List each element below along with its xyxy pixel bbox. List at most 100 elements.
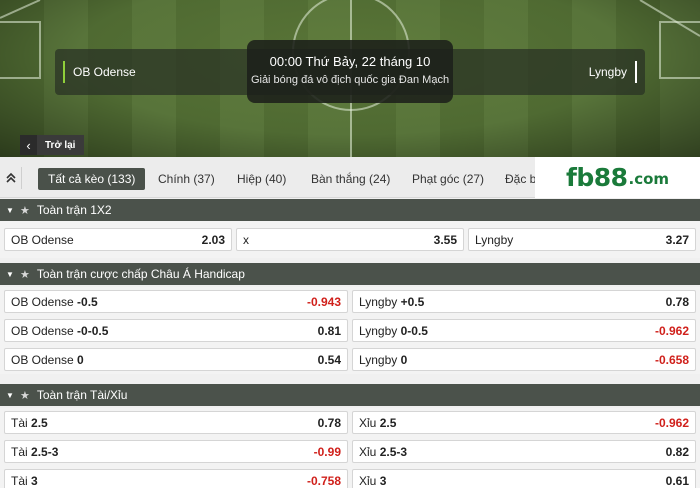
odds-cell[interactable]: OB Odense -0-0.5 0.81 bbox=[4, 319, 348, 342]
odds-cell[interactable]: x 3.55 bbox=[236, 228, 464, 251]
market-row: Tài 2.5 0.78 Xỉu 2.5 -0.962 bbox=[0, 408, 700, 437]
star-icon[interactable]: ★ bbox=[20, 389, 30, 402]
away-accent bbox=[635, 61, 637, 83]
section-header-handicap[interactable]: ▼ ★ Toàn trận cược chấp Châu Á Handicap bbox=[0, 263, 700, 285]
team-label: Tài bbox=[11, 473, 28, 488]
odds-cell[interactable]: Tài 2.5-3 -0.99 bbox=[4, 440, 348, 463]
odds-value: -0.962 bbox=[654, 323, 689, 338]
odds-cell[interactable]: Xỉu 3 0.61 bbox=[352, 469, 696, 488]
double-chevron-up-icon bbox=[5, 172, 16, 183]
collapse-all-button[interactable] bbox=[0, 167, 22, 189]
handicap-line: 3 bbox=[31, 473, 38, 488]
selection-name: Tài 2.5-3 bbox=[11, 445, 58, 459]
odds-value: 0.54 bbox=[317, 352, 341, 367]
logo-brand: fb88 bbox=[565, 163, 628, 192]
odds-cell[interactable]: Lyngby +0.5 0.78 bbox=[352, 290, 696, 313]
market-row: OB Odense -0-0.5 0.81 Lyngby 0-0.5 -0.962 bbox=[0, 316, 700, 345]
caret-down-icon: ▼ bbox=[6, 205, 14, 215]
team-label: Lyngby bbox=[359, 323, 398, 338]
odds-cell[interactable]: OB Odense 0 0.54 bbox=[4, 348, 348, 371]
odds-cell[interactable]: Xỉu 2.5 -0.962 bbox=[352, 411, 696, 434]
section-header-over-under[interactable]: ▼ ★ Toàn trận Tài/Xỉu bbox=[0, 384, 700, 406]
back-button[interactable]: ‹ Trở lại bbox=[20, 135, 85, 155]
team-label: Xỉu bbox=[359, 415, 377, 430]
selection-name: Lyngby 0-0.5 bbox=[359, 324, 428, 338]
selection-name: OB Odense bbox=[11, 232, 74, 247]
handicap-line: -0.5 bbox=[77, 294, 98, 309]
match-time: 00:00 Thứ Bảy, 22 tháng 10 bbox=[269, 54, 431, 69]
handicap-line: 2.5-3 bbox=[31, 444, 59, 459]
selection-name: Lyngby +0.5 bbox=[359, 295, 424, 309]
tab-main[interactable]: Chính (37) bbox=[158, 168, 215, 190]
team-label: OB Odense bbox=[11, 323, 74, 338]
odds-value: -0.758 bbox=[306, 473, 341, 488]
odds-value: 0.82 bbox=[665, 444, 689, 459]
odds-cell[interactable]: Lyngby 3.27 bbox=[468, 228, 696, 251]
section-header-1x2[interactable]: ▼ ★ Toàn trận 1X2 bbox=[0, 199, 700, 221]
team-label: OB Odense bbox=[11, 294, 74, 309]
caret-down-icon: ▼ bbox=[6, 390, 14, 400]
market-row: Tài 2.5-3 -0.99 Xỉu 2.5-3 0.82 bbox=[0, 437, 700, 466]
league-name: Giải bóng đá vô địch quốc gia Đan Mạch bbox=[250, 74, 450, 86]
tab-goals[interactable]: Bàn thắng (24) bbox=[311, 168, 390, 190]
caret-down-icon: ▼ bbox=[6, 269, 14, 279]
odds-cell[interactable]: Lyngby 0 -0.658 bbox=[352, 348, 696, 371]
odds-value: -0.962 bbox=[654, 415, 689, 430]
section-title: Toàn trận cược chấp Châu Á Handicap bbox=[36, 267, 245, 281]
odds-cell[interactable]: Xỉu 2.5-3 0.82 bbox=[352, 440, 696, 463]
selection-name: Lyngby 0 bbox=[359, 353, 407, 367]
handicap-line: 3 bbox=[379, 473, 387, 488]
odds-cell[interactable]: Tài 3 -0.758 bbox=[4, 469, 348, 488]
selection-name: OB Odense -0.5 bbox=[11, 295, 98, 309]
tab-half[interactable]: Hiệp (40) bbox=[237, 168, 286, 190]
odds-value: 3.27 bbox=[665, 232, 689, 247]
odds-cell[interactable]: Lyngby 0-0.5 -0.962 bbox=[352, 319, 696, 342]
team-label: Xỉu bbox=[359, 473, 377, 488]
selection-name: OB Odense 0 bbox=[11, 353, 84, 367]
team-label: Lyngby bbox=[359, 352, 398, 367]
handicap-line: 0 bbox=[400, 352, 408, 367]
team-label: Tài bbox=[11, 444, 28, 459]
odds-value: -0.943 bbox=[306, 294, 341, 309]
home-team: OB Odense bbox=[63, 61, 136, 83]
back-label: Trở lại bbox=[37, 135, 85, 155]
odds-cell[interactable]: Tài 2.5 0.78 bbox=[4, 411, 348, 434]
tab-specials[interactable]: Đặc b bbox=[505, 168, 536, 190]
logo-suffix: .com bbox=[628, 170, 670, 188]
away-team-name: Lyngby bbox=[588, 65, 627, 79]
odds-value: -0.99 bbox=[313, 444, 341, 459]
odds-cell[interactable]: OB Odense 2.03 bbox=[4, 228, 232, 251]
tab-all[interactable]: Tất cả kèo (133) bbox=[38, 168, 146, 190]
home-team-name: OB Odense bbox=[73, 65, 136, 79]
match-header: OB Odense Lyngby 00:00 Thứ Bảy, 22 tháng… bbox=[0, 0, 700, 157]
selection-name: Xỉu 2.5-3 bbox=[359, 445, 407, 459]
selection-name: Xỉu 2.5 bbox=[359, 416, 396, 430]
selection-name: Tài 2.5 bbox=[11, 416, 48, 430]
tab-corners[interactable]: Phạt góc (27) bbox=[412, 168, 484, 190]
handicap-line: -0-0.5 bbox=[77, 323, 109, 338]
odds-cell[interactable]: OB Odense -0.5 -0.943 bbox=[4, 290, 348, 313]
home-accent bbox=[63, 61, 65, 83]
team-label: Tài bbox=[11, 415, 28, 430]
selection-name: x bbox=[243, 232, 249, 247]
odds-value: 0.81 bbox=[317, 323, 341, 338]
fb88-logo: fb88 .com bbox=[535, 157, 700, 198]
market-row: OB Odense 0 0.54 Lyngby 0 -0.658 bbox=[0, 345, 700, 374]
market-row: OB Odense 2.03 x 3.55 Lyngby 3.27 bbox=[0, 221, 700, 258]
selection-name: Tài 3 bbox=[11, 474, 38, 488]
handicap-line: 2.5 bbox=[31, 415, 48, 430]
star-icon[interactable]: ★ bbox=[20, 204, 30, 217]
odds-value: -0.658 bbox=[654, 352, 689, 367]
selection-name: Xỉu 3 bbox=[359, 474, 386, 488]
away-team: Lyngby bbox=[589, 61, 637, 83]
team-label: Lyngby bbox=[359, 294, 398, 309]
match-info: 00:00 Thứ Bảy, 22 tháng 10 Giải bóng đá … bbox=[247, 40, 453, 103]
handicap-line: 0-0.5 bbox=[400, 323, 428, 338]
odds-value: 0.61 bbox=[665, 473, 689, 488]
odds-value: 0.78 bbox=[317, 415, 341, 430]
team-label: OB Odense bbox=[11, 352, 74, 367]
handicap-line: 0 bbox=[77, 352, 84, 367]
team-label: Xỉu bbox=[359, 444, 377, 459]
odds-value: 0.78 bbox=[665, 294, 689, 309]
star-icon[interactable]: ★ bbox=[20, 268, 30, 281]
